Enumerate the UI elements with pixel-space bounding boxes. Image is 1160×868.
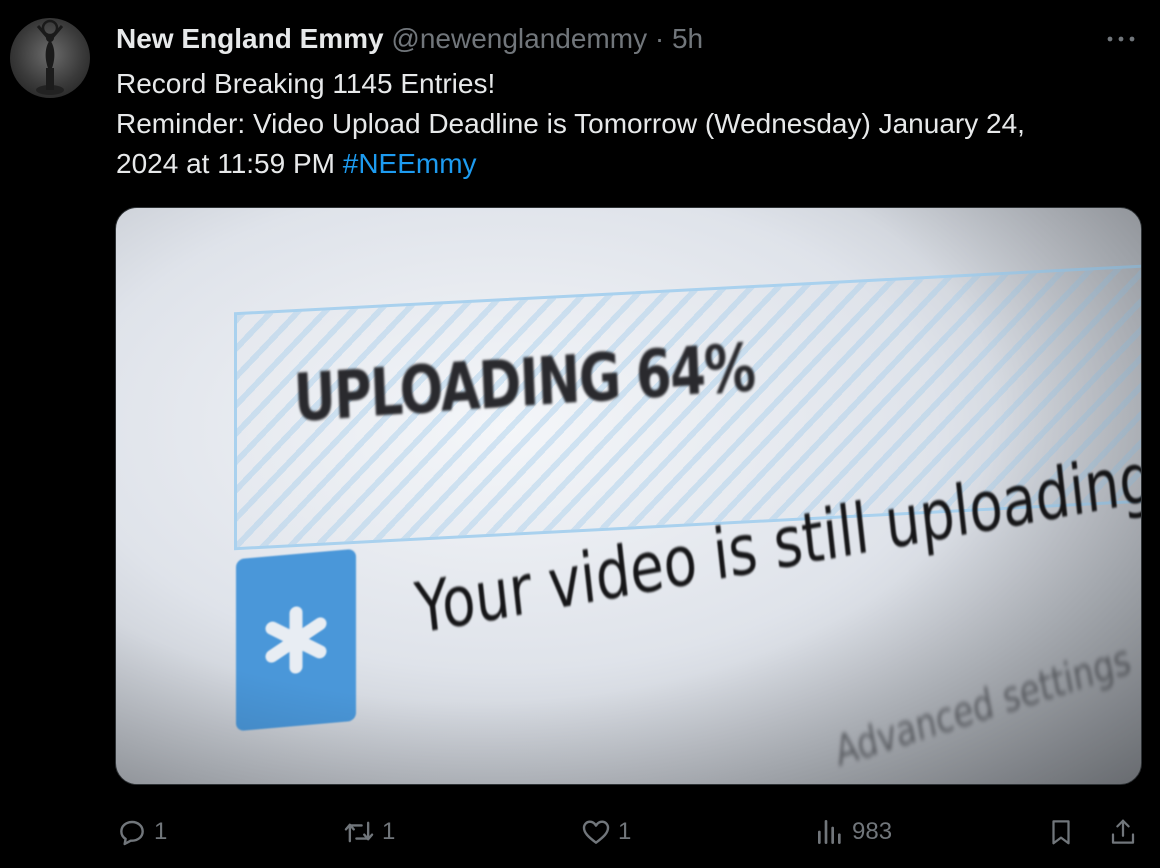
avatar[interactable] <box>10 18 90 98</box>
author-handle[interactable]: @newenglandemmy <box>391 23 647 54</box>
tweet-line: Reminder: Video Upload Deadline is Tomor… <box>116 108 1025 139</box>
separator-dot: · <box>654 23 665 54</box>
more-options-button[interactable] <box>1104 24 1138 54</box>
tweet-header: New England Emmy @newenglandemmy · 5h <box>116 22 703 56</box>
tweet-body: Record Breaking 1145 Entries! Reminder: … <box>116 64 1126 184</box>
heart-icon <box>582 820 610 844</box>
author-name[interactable]: New England Emmy <box>116 23 384 54</box>
bookmark-button[interactable] <box>1046 808 1076 856</box>
retweet-count: 1 <box>382 818 396 845</box>
more-horizontal-icon <box>1107 36 1135 42</box>
tweet-line-text: 2024 at 11:59 PM <box>116 148 343 179</box>
views-count: 983 <box>852 818 893 845</box>
star-icon-box <box>236 548 356 732</box>
advanced-settings-text: Advanced settings <box>831 634 1135 777</box>
like-count: 1 <box>618 818 632 845</box>
bar-chart-icon <box>818 820 841 844</box>
bookmark-icon <box>1052 820 1070 845</box>
asterisk-icon <box>265 606 327 674</box>
tweet-line: 2024 at 11:59 PM #NEEmmy <box>116 144 1126 184</box>
share-icon <box>1111 819 1135 844</box>
emmy-statuette-icon <box>36 19 64 95</box>
tweet-line: Record Breaking 1145 Entries! <box>116 68 496 99</box>
like-button[interactable]: 1 <box>580 808 631 856</box>
action-bar: 1 1 1 983 <box>0 808 1160 856</box>
share-button[interactable] <box>1108 808 1138 856</box>
retweet-button[interactable]: 1 <box>342 808 395 856</box>
hashtag-link[interactable]: #NEEmmy <box>343 148 477 179</box>
tweet-timestamp[interactable]: 5h <box>672 23 703 54</box>
views-button[interactable]: 983 <box>814 808 892 856</box>
retweet-icon <box>344 821 374 843</box>
reply-icon <box>120 820 144 846</box>
reply-count: 1 <box>154 818 168 845</box>
tweet-image[interactable]: UPLOADING 64% Your video is still upload… <box>115 207 1142 785</box>
reply-button[interactable]: 1 <box>116 808 167 856</box>
